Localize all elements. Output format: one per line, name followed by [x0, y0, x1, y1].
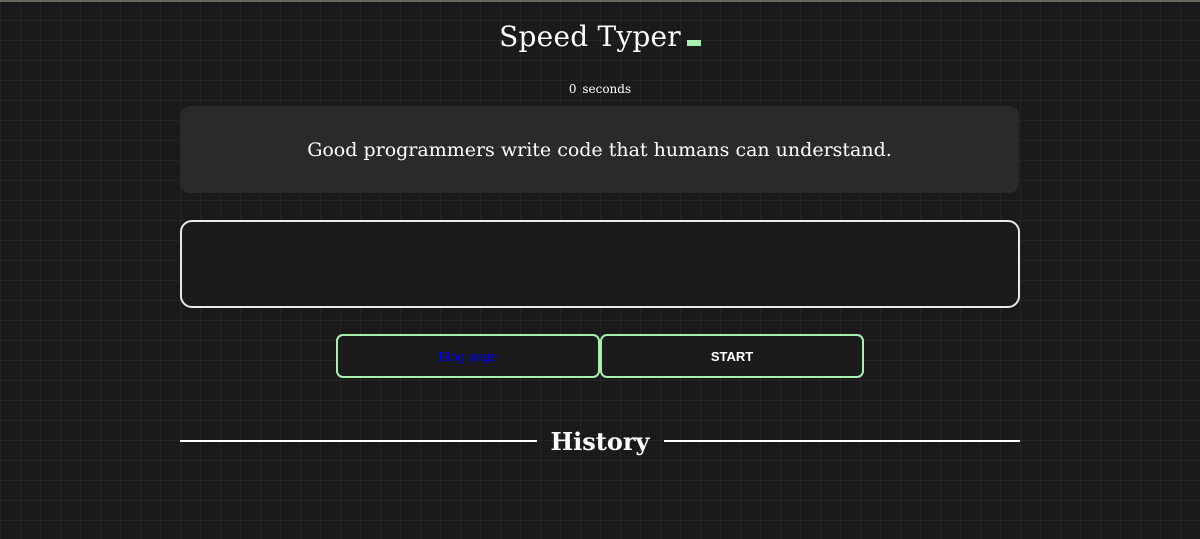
blog-page-link[interactable]: Blog page — [439, 349, 498, 364]
timer-value: 0 — [568, 82, 577, 96]
history-section: History — [180, 424, 1020, 458]
page-title: Speed Typer — [499, 20, 701, 53]
header: Speed Typer — [0, 20, 1200, 53]
quote-panel: Good programmers write code that humans … — [180, 106, 1019, 193]
quote-text: Good programmers write code that humans … — [307, 138, 892, 161]
timer-unit: seconds — [582, 82, 632, 96]
typing-input[interactable] — [180, 220, 1020, 308]
start-button-label: START — [710, 348, 754, 364]
top-border — [0, 0, 1200, 2]
blog-page-button[interactable]: Blog page — [336, 334, 600, 378]
start-button[interactable]: START — [600, 334, 864, 378]
history-title: History — [550, 426, 650, 456]
timer: 0 seconds — [0, 82, 1200, 96]
title-text: Speed Typer — [499, 20, 681, 53]
blinking-cursor-icon — [686, 40, 701, 46]
divider-right — [663, 440, 1020, 442]
divider-left — [180, 440, 537, 442]
